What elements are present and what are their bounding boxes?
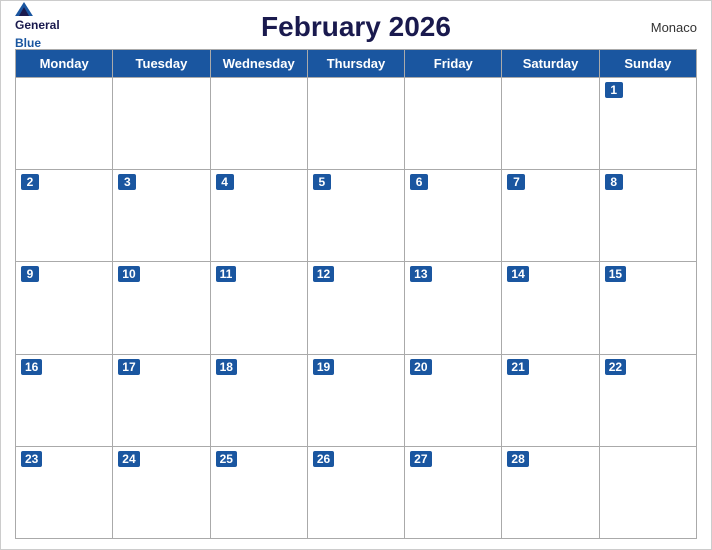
date-number: 12 (313, 266, 334, 282)
date-number: 26 (313, 451, 334, 467)
weekday-header-row: Monday Tuesday Wednesday Thursday Friday… (16, 50, 697, 78)
week-row-1: 1 (16, 78, 697, 170)
calendar-cell: 24 (113, 447, 210, 539)
calendar-cell: 16 (16, 355, 113, 447)
calendar-cell: 11 (211, 262, 308, 354)
date-number: 27 (410, 451, 431, 467)
date-number: 11 (216, 266, 237, 282)
calendar-cell: 26 (308, 447, 405, 539)
calendar-cell: 9 (16, 262, 113, 354)
header-wednesday: Wednesday (211, 50, 308, 78)
calendar-title: February 2026 (261, 11, 451, 43)
header-thursday: Thursday (308, 50, 405, 78)
date-number: 28 (507, 451, 528, 467)
calendar-cell (502, 78, 599, 170)
date-number: 22 (605, 359, 626, 375)
date-number: 18 (216, 359, 237, 375)
date-number: 16 (21, 359, 42, 375)
date-number: 2 (21, 174, 39, 190)
country-label: Monaco (651, 20, 697, 35)
date-number: 8 (605, 174, 623, 190)
calendar-cell: 19 (308, 355, 405, 447)
date-number: 23 (21, 451, 42, 467)
generalblue-logo-icon (15, 2, 33, 16)
date-number: 19 (313, 359, 334, 375)
calendar-cell: 27 (405, 447, 502, 539)
date-number: 13 (410, 266, 431, 282)
calendar-cell: 8 (600, 170, 697, 262)
calendar-cell: 6 (405, 170, 502, 262)
date-number: 6 (410, 174, 428, 190)
date-number: 10 (118, 266, 139, 282)
week-row-3: 9 10 11 12 13 14 15 (16, 262, 697, 354)
calendar-cell: 20 (405, 355, 502, 447)
calendar-cell: 1 (600, 78, 697, 170)
calendar-cell: 17 (113, 355, 210, 447)
date-number: 14 (507, 266, 528, 282)
calendar-cell: 13 (405, 262, 502, 354)
header-saturday: Saturday (502, 50, 599, 78)
week-row-4: 16 17 18 19 20 21 22 (16, 355, 697, 447)
logo-blue-text: Blue (15, 36, 41, 50)
weeks-container: 1234567891011121314151617181920212223242… (16, 78, 697, 539)
calendar-cell: 3 (113, 170, 210, 262)
calendar-cell: 21 (502, 355, 599, 447)
calendar-cell: 5 (308, 170, 405, 262)
calendar-cell: 23 (16, 447, 113, 539)
calendar-cell: 14 (502, 262, 599, 354)
calendar-grid: Monday Tuesday Wednesday Thursday Friday… (15, 49, 697, 539)
calendar-cell (16, 78, 113, 170)
week-row-2: 2 3 4 5 6 7 8 (16, 170, 697, 262)
date-number: 25 (216, 451, 237, 467)
calendar-cell (308, 78, 405, 170)
header-sunday: Sunday (600, 50, 697, 78)
header-friday: Friday (405, 50, 502, 78)
calendar-cell: 15 (600, 262, 697, 354)
header-monday: Monday (16, 50, 113, 78)
calendar-cell: 22 (600, 355, 697, 447)
date-number: 24 (118, 451, 139, 467)
date-number: 20 (410, 359, 431, 375)
calendar-container: General Blue February 2026 Monaco Monday… (0, 0, 712, 550)
date-number: 15 (605, 266, 626, 282)
calendar-cell: 18 (211, 355, 308, 447)
calendar-cell (405, 78, 502, 170)
calendar-cell: 12 (308, 262, 405, 354)
header-tuesday: Tuesday (113, 50, 210, 78)
date-number: 3 (118, 174, 136, 190)
calendar-header: General Blue February 2026 Monaco (15, 11, 697, 43)
calendar-cell: 28 (502, 447, 599, 539)
date-number: 9 (21, 266, 39, 282)
calendar-cell (211, 78, 308, 170)
date-number: 7 (507, 174, 525, 190)
week-row-5: 23 24 25 26 27 28 (16, 447, 697, 539)
logo-area: General Blue (15, 2, 60, 51)
date-number: 17 (118, 359, 139, 375)
date-number: 5 (313, 174, 331, 190)
date-number: 1 (605, 82, 623, 98)
logo-general-text: General (15, 18, 60, 32)
calendar-cell: 4 (211, 170, 308, 262)
date-number: 21 (507, 359, 528, 375)
date-number: 4 (216, 174, 234, 190)
calendar-cell: 25 (211, 447, 308, 539)
calendar-cell: 2 (16, 170, 113, 262)
calendar-cell: 7 (502, 170, 599, 262)
calendar-cell (113, 78, 210, 170)
calendar-cell (600, 447, 697, 539)
calendar-cell: 10 (113, 262, 210, 354)
